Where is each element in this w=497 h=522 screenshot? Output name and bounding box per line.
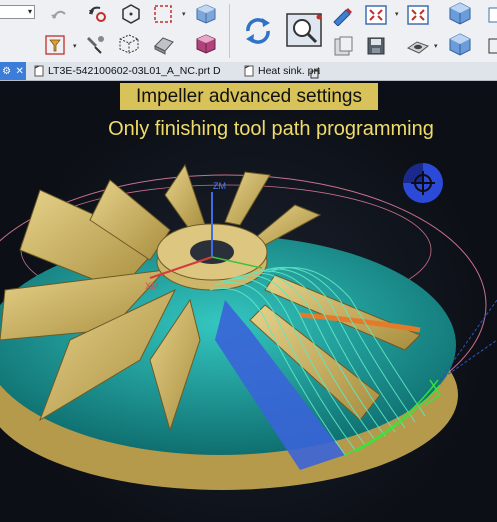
part-file-icon [34, 65, 44, 77]
paste-icon[interactable] [330, 34, 356, 58]
save-icon[interactable] [363, 34, 389, 58]
transform-icon[interactable] [84, 2, 110, 26]
hole-icon[interactable] [405, 33, 431, 57]
close-icon[interactable]: ✕ [15, 66, 23, 77]
fit-view-icon[interactable] [363, 3, 389, 27]
cube-view-icon[interactable] [193, 2, 219, 26]
cube-partial-icon[interactable] [486, 3, 497, 27]
rotate-view-icon[interactable] [240, 14, 276, 48]
gear-icon[interactable]: ⚙ [2, 66, 11, 77]
tab-label: LT3E-542100602-03L01_A_NC.prt D [48, 65, 221, 77]
chevron-down-icon: ▾ [27, 7, 32, 16]
wireframe-cube-icon[interactable] [116, 32, 142, 56]
frame-partial-icon[interactable] [486, 34, 497, 58]
chevron-down-icon[interactable]: ▾ [434, 42, 438, 50]
external-link-icon[interactable] [310, 69, 320, 79]
chevron-down-icon[interactable]: ▾ [73, 42, 77, 50]
fit-view-alt-icon[interactable] [405, 3, 431, 27]
z-axis-label: ZM [213, 181, 226, 191]
toolbar-separator [229, 4, 230, 58]
view-orientation-icon[interactable] [402, 163, 444, 203]
graphics-viewport[interactable]: ZM XM [0, 81, 497, 522]
undo-icon[interactable] [46, 3, 72, 27]
filter-icon[interactable] [42, 33, 68, 57]
video-caption-title: Impeller advanced settings [120, 83, 378, 110]
zoom-fit-icon[interactable] [285, 12, 323, 48]
impeller-model: ZM XM [0, 163, 497, 490]
shaded-part-icon[interactable] [150, 32, 176, 56]
cube-blue-icon[interactable] [447, 1, 473, 25]
tab-document-2[interactable]: Heat sink. prt [244, 62, 320, 80]
cube-blue-alt-icon[interactable] [447, 32, 473, 56]
edit-pencil-icon[interactable] [330, 4, 356, 28]
selection-box-icon[interactable] [150, 2, 176, 26]
tab-controls: ⚙ ✕ [0, 62, 26, 80]
video-caption-subtitle: Only finishing tool path programming [108, 118, 434, 140]
shaded-cube-icon[interactable] [193, 32, 219, 56]
hexagon-icon[interactable] [118, 2, 144, 26]
chevron-down-icon[interactable]: ▾ [182, 10, 186, 18]
chevron-down-icon[interactable]: ▾ [395, 10, 399, 18]
document-tab-strip: ⚙ ✕ LT3E-542100602-03L01_A_NC.prt D Heat… [0, 62, 497, 81]
x-axis-label: XM [145, 281, 159, 291]
toolbar-combo-box[interactable]: ▾ [0, 5, 35, 19]
ribbon-toolbar: ▾ ▾ ▾ ▾ ▾ [0, 0, 497, 63]
tool-icon[interactable] [82, 32, 108, 56]
part-file-icon [244, 65, 254, 77]
tab-document-1[interactable]: LT3E-542100602-03L01_A_NC.prt D [34, 62, 221, 80]
